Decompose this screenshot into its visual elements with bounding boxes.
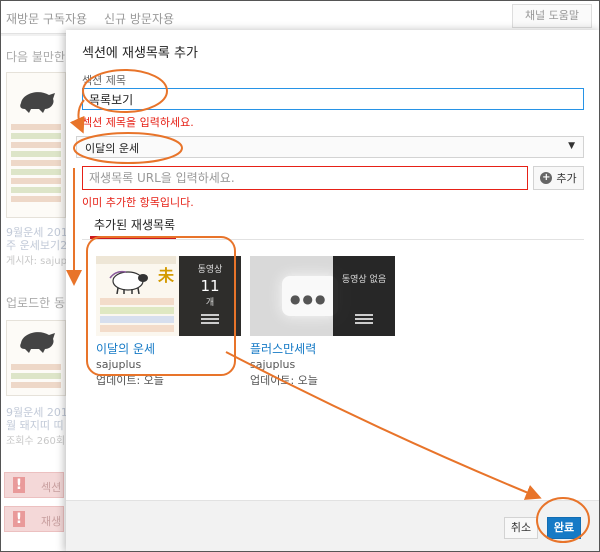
section-title-input[interactable] xyxy=(82,88,584,110)
playlist-thumbnail[interactable]: 未 동영상 11 개 xyxy=(96,256,241,336)
background-video-thumbnail-2 xyxy=(6,320,66,396)
playlist-thumbnail-empty[interactable]: ●●● 동영상 없음 xyxy=(250,256,395,336)
playlist-channel: sajuplus xyxy=(96,358,142,371)
channel-help-button: 채널 도움말 xyxy=(512,4,592,28)
playlist-card[interactable]: 未 동영상 11 개 이달의 운세 sajuplus 업데이트: 오늘 xyxy=(96,256,241,388)
cancel-button[interactable]: 취소 xyxy=(504,517,538,539)
background-content-column: 다음 불만한 9월운세 2018 주 운세보기2 게시자: sajuplus 업… xyxy=(0,36,81,552)
playlist-updated: 업데이트: 오늘 xyxy=(250,374,318,387)
add-playlist-section-dialog: 섹션에 재생목록 추가 섹션 제목 섹션 제목을 입력하세요. 이달의 운세 ▼… xyxy=(66,30,600,552)
video-count-overlay: 동영상 11 개 xyxy=(179,256,241,336)
warning-icon: ! xyxy=(13,477,25,493)
boar-icon xyxy=(20,92,55,113)
background-video-title-line2: 주 운세보기2 xyxy=(6,239,68,252)
background-video-title-2-line2: 월 돼지띠 띠 xyxy=(6,419,64,432)
section-title-label: 섹션 제목 xyxy=(82,74,126,87)
caret-down-icon: ▼ xyxy=(568,141,575,151)
overlay-label: 동영상 없음 xyxy=(341,275,387,285)
background-tab-bar: 재방문 구독자용 신규 방문자용 채널 도움말 xyxy=(0,0,600,34)
playlist-url-error: 이미 추가한 항목입니다. xyxy=(82,196,194,209)
playlist-url-input[interactable] xyxy=(82,166,528,190)
tab-divider xyxy=(82,239,584,240)
playlist-icon xyxy=(201,314,219,324)
playlist-select[interactable]: 이달의 운세 ▼ xyxy=(76,136,584,158)
done-button[interactable]: 완료 xyxy=(547,517,581,539)
playlist-title-link[interactable]: 플러스만세력 xyxy=(250,340,395,357)
overlay-label: 동영상 xyxy=(197,265,223,275)
dialog-title: 섹션에 재생목록 추가 xyxy=(82,46,198,61)
playlist-icon xyxy=(355,314,373,324)
playlist-card[interactable]: ●●● 동영상 없음 플러스만세력 sajuplus 업데이트: 오늘 xyxy=(250,256,395,388)
background-warning-banner-2: ! 재생 xyxy=(4,506,64,532)
background-video-thumbnail xyxy=(6,72,66,218)
background-section-heading: 다음 불만한 xyxy=(6,50,66,64)
playlist-title-link[interactable]: 이달의 운세 xyxy=(96,340,241,357)
overlay-count-unit: 개 xyxy=(205,298,215,308)
thumbnail-calendar-title: 未 xyxy=(158,266,175,285)
overlay-video-count: 11 xyxy=(200,277,220,295)
playlist-updated: 업데이트: 오늘 xyxy=(96,374,164,387)
plus-icon: + xyxy=(540,172,553,184)
background-warning-text-2: 재생 xyxy=(41,515,62,528)
background-video-meta-2: 조회수 260회 xyxy=(6,436,66,447)
boar-icon xyxy=(20,332,55,353)
warning-icon: ! xyxy=(13,511,25,527)
background-tab-new: 신규 방문자용 xyxy=(104,12,175,26)
dialog-footer: 취소 완료 xyxy=(66,500,600,552)
background-tab-returning: 재방문 구독자용 xyxy=(6,12,88,26)
sheep-icon xyxy=(109,270,148,294)
background-warning-text: 섹션 xyxy=(41,481,62,494)
background-uploads-heading: 업로드한 동 xyxy=(6,296,66,310)
playlist-select-value: 이달의 운세 xyxy=(85,142,140,155)
add-playlist-button[interactable]: + 추가 xyxy=(533,166,584,190)
no-videos-overlay: 동영상 없음 xyxy=(333,256,395,336)
add-button-label: 추가 xyxy=(556,172,577,185)
playlist-channel: sajuplus xyxy=(250,358,296,371)
section-title-error: 섹션 제목을 입력하세요. xyxy=(82,116,194,129)
background-warning-banner: ! 섹션 xyxy=(4,472,64,498)
